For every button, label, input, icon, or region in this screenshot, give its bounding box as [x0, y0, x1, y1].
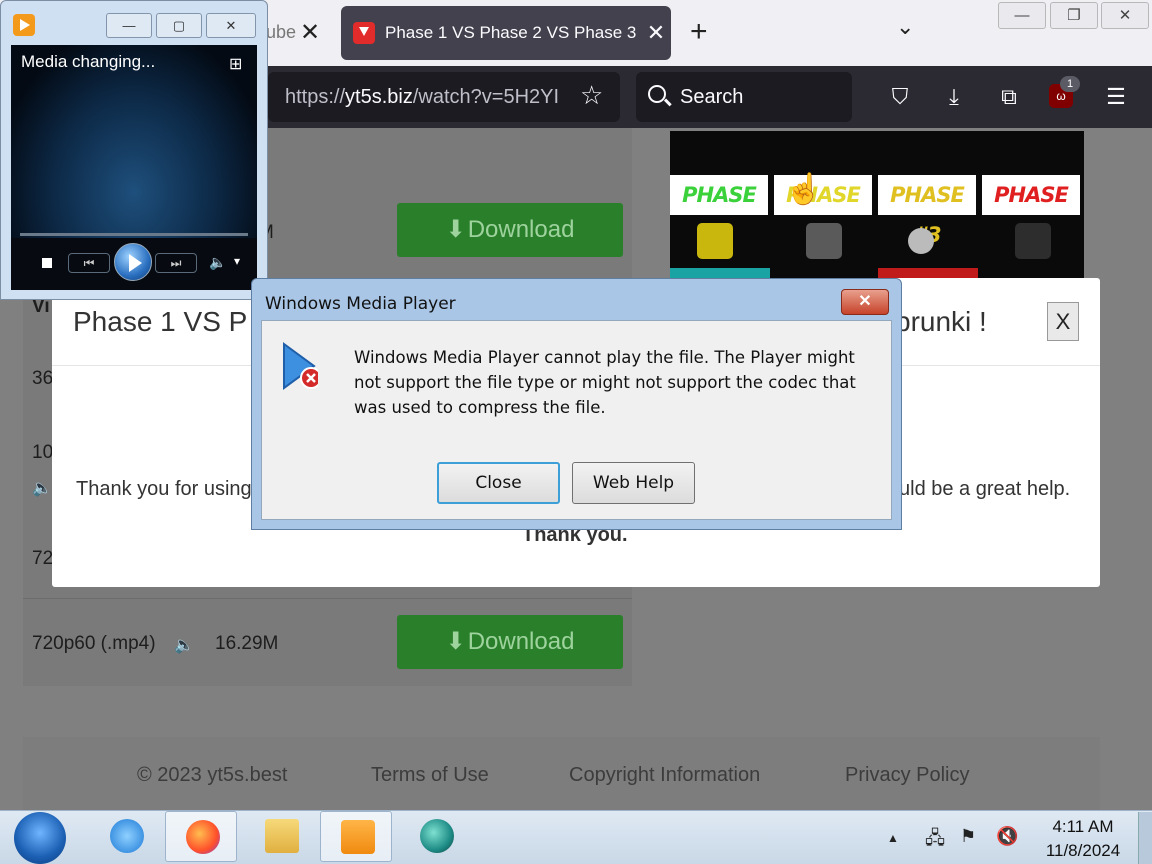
- start-button-windows-icon[interactable]: [14, 812, 66, 864]
- wmp-logo-icon: [13, 14, 35, 36]
- row-last-format: 720p60 (.mp4): [32, 633, 156, 654]
- network-icon[interactable]: 🖧: [925, 826, 945, 856]
- taskbar-media-player[interactable]: [320, 811, 392, 862]
- ublock-badge: 1: [1060, 76, 1080, 92]
- yt5s-favicon-icon: [353, 22, 375, 44]
- color-bar: [670, 268, 770, 278]
- dialog-close-button[interactable]: Close: [437, 462, 560, 504]
- download-button-row-last[interactable]: ⬇Download: [397, 615, 623, 669]
- color-bar: [878, 268, 978, 278]
- internet-explorer-icon: [110, 819, 144, 853]
- url-path: /watch?v=5H2YI: [412, 86, 560, 108]
- teal-app-icon: [420, 819, 454, 853]
- footer-terms-link[interactable]: Terms of Use: [371, 764, 489, 787]
- wmp-status-text: Media changing...: [21, 52, 156, 71]
- wmp-error-icon: [283, 342, 318, 390]
- clock-date: 11/8/2024: [1045, 841, 1121, 860]
- search-placeholder: Search: [680, 86, 744, 108]
- phase-label: PHASE #1: [670, 175, 768, 247]
- dialog-close-x-button[interactable]: ✕: [841, 289, 889, 315]
- url-bar[interactable]: https://yt5s.biz/watch?v=5H2YI: [268, 72, 620, 122]
- action-center-flag-icon[interactable]: ⚑: [960, 826, 976, 847]
- folder-icon: [265, 819, 299, 853]
- url-scheme: https://: [285, 86, 346, 108]
- extensions-icon[interactable]: ⧉: [994, 84, 1024, 110]
- minimize-window-button[interactable]: —: [998, 2, 1046, 29]
- dialog-title: Windows Media Player: [265, 294, 456, 314]
- download-label: Download: [467, 216, 575, 243]
- close-window-button[interactable]: ✕: [1101, 2, 1149, 29]
- modal-title-left: Phase 1 VS P: [73, 306, 248, 337]
- volume-dropdown-icon[interactable]: ▾: [234, 254, 240, 268]
- footer-copyright: © 2023 yt5s.best: [137, 764, 288, 786]
- footer-privacy-link[interactable]: Privacy Policy: [845, 764, 969, 787]
- clock-time: 4:11 AM: [1052, 817, 1114, 836]
- taskbar-file-explorer[interactable]: [245, 811, 317, 862]
- wmp-taskbar-icon: [341, 820, 375, 854]
- show-hidden-icons-icon[interactable]: ▲: [887, 831, 899, 845]
- dialog-message: Windows Media Player cannot play the fil…: [354, 348, 856, 417]
- taskbar-clock[interactable]: 4:11 AM 11/8/2024: [1037, 815, 1129, 863]
- modal-body-left: Thank you for using: [76, 478, 252, 500]
- background-tab-title[interactable]: ube: [266, 22, 296, 43]
- firefox-icon: [186, 820, 220, 854]
- taskbar-firefox[interactable]: [165, 811, 237, 862]
- tab-close-icon[interactable]: ✕: [641, 20, 671, 46]
- phase-label: PHASE #4: [982, 175, 1080, 247]
- show-desktop-button[interactable]: [1138, 812, 1152, 864]
- download-button-row1[interactable]: ⬇Download: [397, 203, 623, 257]
- row-partial: 72: [32, 548, 54, 569]
- tab-active[interactable]: Phase 1 VS Phase 2 VS Phase 3 ✕: [341, 6, 671, 60]
- wmp-seek-bar[interactable]: [20, 233, 248, 236]
- dark-block-icon: [1015, 223, 1051, 259]
- modal-title-right: prunki !: [895, 306, 987, 337]
- next-icon[interactable]: ⏭: [155, 253, 197, 273]
- background-tab-close-icon[interactable]: ✕: [300, 18, 320, 47]
- wmp-minimize-button[interactable]: —: [106, 13, 152, 38]
- previous-icon[interactable]: ⏮: [68, 253, 110, 273]
- gear-icon: [806, 223, 842, 259]
- hand-cursor-icon: ☝: [785, 173, 823, 206]
- footer-copyright-info-link[interactable]: Copyright Information: [569, 764, 760, 787]
- volume-muted-icon[interactable]: 🔇: [996, 826, 1018, 847]
- stop-icon[interactable]: [42, 258, 52, 268]
- hamburger-menu-icon[interactable]: ☰: [1101, 84, 1131, 110]
- row-partial: 10: [32, 442, 54, 463]
- wmp-maximize-button[interactable]: ▢: [156, 13, 202, 38]
- phase-label: PHASE #3: [878, 175, 976, 247]
- search-input[interactable]: Search: [636, 72, 852, 122]
- sparkle-icon: [908, 228, 934, 254]
- download-arrow-icon: ⬇: [445, 628, 466, 655]
- row-last-size: 16.29M: [215, 633, 279, 654]
- wmp-close-button[interactable]: ✕: [206, 13, 256, 38]
- new-tab-button[interactable]: +: [690, 14, 708, 50]
- volume-icon[interactable]: 🔈: [209, 254, 226, 271]
- audio-icon: 🔈: [32, 480, 52, 497]
- switch-to-library-icon[interactable]: ⊞: [229, 54, 242, 74]
- sun-icon: [697, 223, 733, 259]
- modal-close-button[interactable]: X: [1047, 302, 1079, 341]
- taskbar-app[interactable]: [400, 811, 472, 862]
- pocket-icon[interactable]: ⛉: [885, 84, 915, 110]
- url-host: yt5s.biz: [345, 86, 413, 108]
- tab-title: Phase 1 VS Phase 2 VS Phase 3: [385, 23, 637, 42]
- list-tabs-chevron-icon[interactable]: ⌄: [896, 14, 914, 40]
- search-icon: [648, 85, 666, 103]
- video-thumbnail[interactable]: PHASE #1 PHASE #2 PHASE #3 PHASE #4: [670, 131, 1084, 278]
- dialog-web-help-button[interactable]: Web Help: [572, 462, 695, 504]
- download-arrow-icon: ⬇: [445, 216, 466, 243]
- audio-icon: 🔈: [174, 637, 194, 654]
- download-label: Download: [467, 628, 575, 655]
- bookmark-star-icon[interactable]: ☆: [580, 80, 603, 111]
- downloads-icon[interactable]: ⤓: [939, 84, 969, 110]
- taskbar-internet-explorer[interactable]: [90, 811, 162, 862]
- restore-window-button[interactable]: ❐: [1050, 2, 1098, 29]
- row-partial: 36: [32, 368, 54, 389]
- modal-body-right: uld be a great help.: [899, 478, 1071, 500]
- row-divider: [23, 598, 632, 599]
- play-icon[interactable]: [114, 243, 152, 281]
